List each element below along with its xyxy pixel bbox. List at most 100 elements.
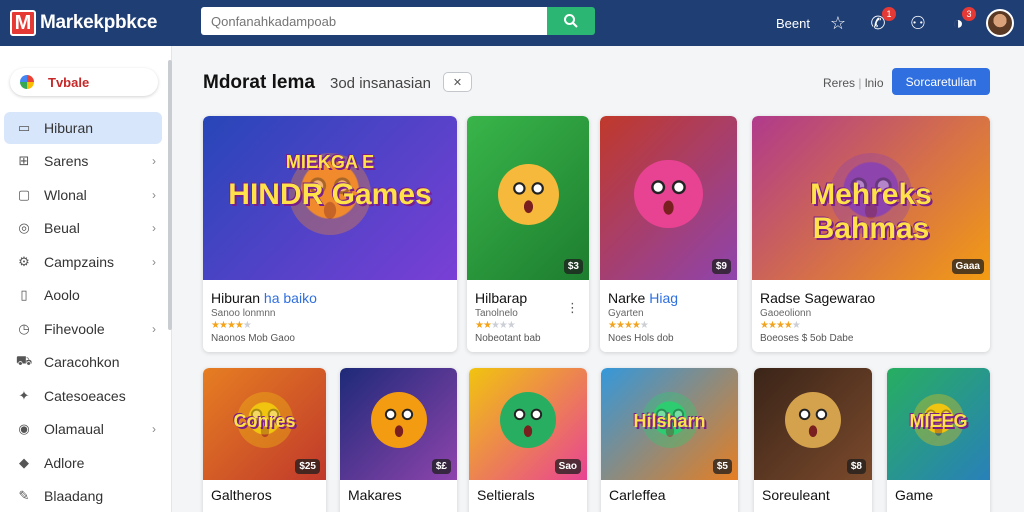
card-title[interactable]: Makares [348, 487, 402, 503]
card-title-main: Hiburan [211, 290, 261, 306]
search-bar [201, 7, 595, 35]
sidebar-item-label: Sarens [44, 153, 89, 170]
account-badge: 3 [962, 7, 976, 21]
game-thumbnail[interactable]: MIEEG [887, 368, 990, 480]
star-rating: ★★★★★ [760, 320, 801, 331]
chevron-right-icon: › [152, 187, 156, 202]
gamepad-icon: ▭ [17, 119, 31, 135]
game-card[interactable]: $9 Narke Hiag Gyarten ★★★★★ Noes Hols dob [600, 116, 737, 352]
sidebar-item[interactable]: ⊞ Sarens › [4, 146, 162, 178]
sidebar-item[interactable]: ◆ Adlore [4, 447, 162, 479]
character-illustration [497, 163, 559, 225]
thumbnail-title: Conres [233, 410, 296, 431]
primary-action-button[interactable]: Sorcaretulian [892, 68, 990, 95]
sidebar-item-label: Blaadang [44, 488, 104, 505]
card-title[interactable]: Hiburan ha baiko [211, 290, 317, 306]
notification-badge: 1 [882, 7, 896, 21]
game-card[interactable]: Hilsharn $5 Carleffea [601, 368, 738, 512]
sidebar-item[interactable]: ⛟ Caracohkon [4, 347, 162, 379]
sidebar-item-label: Hiburan [44, 119, 94, 136]
sidebar-item[interactable]: ◎ Beual › [4, 213, 162, 245]
card-title[interactable]: Radse Sagewarao [760, 290, 875, 306]
game-thumbnail[interactable]: $9 [600, 116, 737, 280]
target-icon: ◎ [18, 220, 30, 236]
search-input[interactable] [201, 7, 547, 35]
game-thumbnail[interactable]: Hilsharn $5 [601, 368, 738, 480]
thumbnail-subtitle: MIEKGA E [285, 152, 375, 173]
card-title[interactable]: Narke Hiag [608, 290, 678, 306]
card-title[interactable]: Hilbarap [475, 290, 527, 306]
game-card[interactable]: $£ Makares [340, 368, 457, 512]
chevron-right-icon: › [152, 321, 156, 336]
more-options-icon[interactable]: ⋮ [566, 300, 579, 316]
game-thumbnail[interactable]: Mehreks Bahmas Gaaa [752, 116, 990, 280]
sidebar-item[interactable]: ▢ Wlonal › [4, 179, 162, 211]
star-icon[interactable]: ☆ [826, 11, 850, 35]
character-illustration [785, 392, 841, 448]
app-name: Markekpbkce [40, 12, 158, 33]
sidebar-top-chip[interactable]: Tvbale [10, 68, 158, 96]
sidebar-item-label: Fihevoole [44, 320, 105, 337]
card-title[interactable]: Soreuleant [762, 487, 830, 503]
page-title: Mdorat lema [203, 72, 315, 93]
game-card[interactable]: Conres $25 Galtheros [203, 368, 326, 512]
sidebar-item[interactable]: ◉ Olamaual › [4, 414, 162, 446]
google-icon [20, 75, 34, 89]
game-card[interactable]: $8 Soreuleant [754, 368, 872, 512]
card-meta: Nobeotant bab [475, 333, 541, 344]
price-tag: Sao [554, 459, 581, 474]
filter-link[interactable]: Reres | lnio [823, 76, 884, 90]
game-card[interactable]: Sao Seltierals [469, 368, 587, 512]
star-rating: ★★★★★ [475, 320, 516, 331]
chevron-right-icon: › [152, 254, 156, 269]
sidebar-item[interactable]: ◷ Fihevoole › [4, 313, 162, 345]
game-thumbnail[interactable]: MIEKGA E HINDR Games [203, 116, 457, 280]
top-bar: M Markekpbkce Beent ☆ ✆1 ⚇ ◑3 [0, 0, 1024, 46]
card-title[interactable]: Carleffea [609, 487, 666, 503]
gift-icon: ✦ [18, 387, 30, 403]
character-illustration [370, 392, 427, 448]
game-card[interactable]: $3 Hilbarap Tanolnelo ★★★★★ Nobeotant bab ⋮ [467, 116, 589, 352]
game-thumbnail[interactable]: Conres $25 [203, 368, 326, 480]
top-link[interactable]: Beent [776, 16, 810, 31]
card-meta: Noes Hols dob [608, 333, 674, 344]
game-card[interactable]: MIEKGA E HINDR Games Hiburan ha baiko Sanoo… [203, 116, 457, 352]
sidebar-top-label: Tvbale [48, 74, 90, 90]
people-icon[interactable]: ⚇ [906, 11, 930, 35]
app-logo[interactable]: M Markekpbkce [10, 10, 200, 36]
logo-mark: M [10, 10, 36, 36]
thumbnail-title: Mehreks Bahmas [810, 178, 932, 246]
price-tag: $5 [712, 459, 732, 474]
game-thumbnail[interactable]: Sao [469, 368, 587, 480]
close-icon[interactable]: ✕ [443, 72, 472, 92]
chevron-right-icon: › [152, 154, 156, 169]
avatar[interactable] [986, 9, 1014, 37]
game-card[interactable]: Mehreks Bahmas Gaaa Radse Sagewarao Gaoeoli… [752, 116, 990, 352]
sidebar-item-label: Olamaual [44, 421, 104, 438]
sidebar-item[interactable]: ✎ Blaadang [4, 481, 162, 512]
card-title[interactable]: Game [895, 487, 933, 503]
card-title[interactable]: Seltierals [477, 487, 535, 503]
card-title[interactable]: Galtheros [211, 487, 272, 503]
price-tag: $£ [431, 459, 451, 474]
thumbnail-title: HINDR Games [228, 178, 432, 212]
sidebar-item[interactable]: ▯ Aoolo [4, 280, 162, 312]
sidebar-item[interactable]: ✦ Catesoeaces [4, 380, 162, 412]
game-thumbnail[interactable]: $8 [754, 368, 872, 480]
monitor-icon: ▢ [17, 186, 31, 202]
sidebar-scrollbar[interactable] [168, 60, 172, 330]
account-icon[interactable]: ◑ 3 [946, 7, 976, 35]
sidebar: Tvbale ▭ Hiburan ⊞ Sarens › ▢ Wlonal › ◎ Beual › ⚙ C… [0, 46, 172, 512]
sidebar-item-label: Catesoeaces [44, 387, 126, 404]
game-thumbnail[interactable]: $3 [467, 116, 589, 280]
sidebar-item[interactable]: ⚙ Campzains › [4, 246, 162, 278]
phone-icon: ▯ [20, 287, 28, 303]
bell-icon[interactable]: ✆ 1 [866, 7, 896, 35]
search-icon [564, 14, 578, 28]
sidebar-item[interactable]: ▭ Hiburan [4, 112, 162, 144]
game-thumbnail[interactable]: $£ [340, 368, 457, 480]
card-title-accent: ha baiko [263, 290, 317, 306]
chevron-right-icon: › [152, 221, 156, 236]
game-card[interactable]: MIEEG Game [887, 368, 990, 512]
search-button[interactable] [547, 7, 595, 35]
